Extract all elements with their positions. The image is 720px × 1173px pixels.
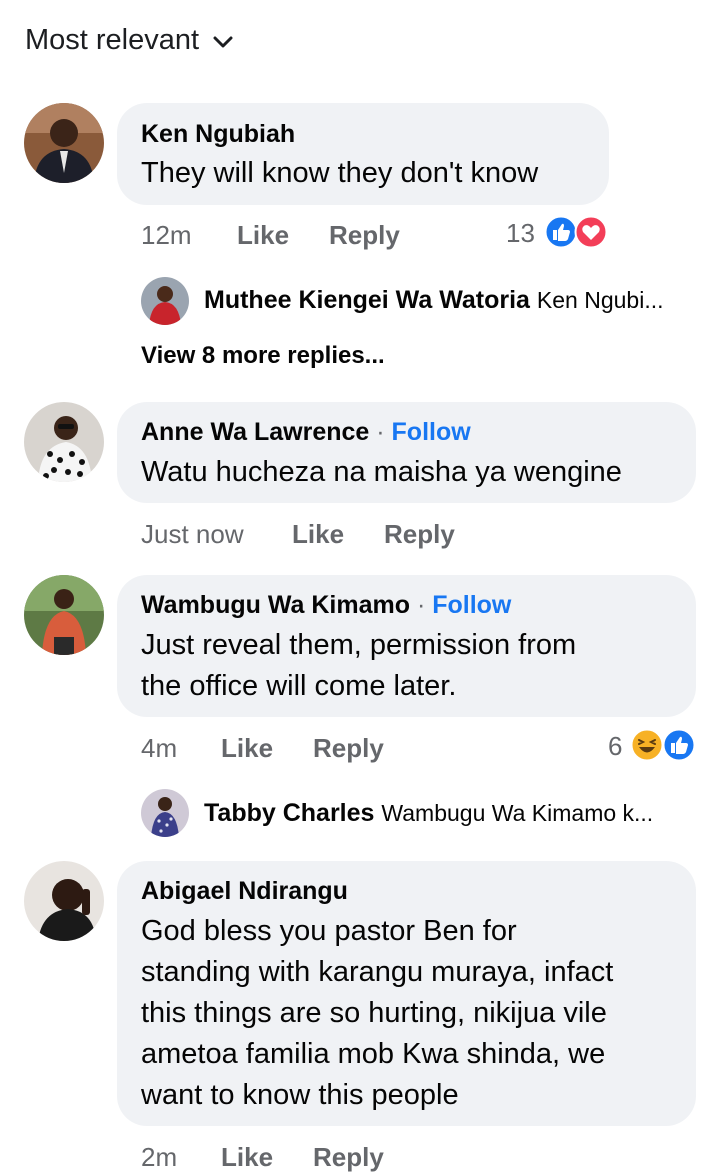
- comment-time[interactable]: 4m: [141, 733, 177, 764]
- comment-text-line: Just reveal them, permission from: [141, 629, 577, 661]
- reaction-icons[interactable]: [630, 728, 698, 762]
- comment-text: Watu hucheza na maisha ya wengine: [141, 456, 622, 488]
- comment-author[interactable]: Anne Wa Lawrence: [141, 418, 369, 446]
- avatar[interactable]: [24, 402, 104, 482]
- reply-snippet: Wambugu Wa Kimamo k...: [381, 800, 654, 826]
- like-button[interactable]: Like: [221, 733, 273, 764]
- avatar[interactable]: [24, 575, 104, 655]
- view-more-replies[interactable]: View 8 more replies...: [141, 342, 385, 370]
- sort-dropdown[interactable]: Most relevant: [25, 24, 233, 57]
- haha-icon: [630, 728, 664, 767]
- follow-separator: ·: [416, 591, 426, 619]
- comment-text-line: this things are so hurting, nikijua vile: [141, 997, 607, 1029]
- comment-author-line: Anne Wa Lawrence · Follow: [141, 418, 471, 447]
- sort-label: Most relevant: [25, 24, 200, 56]
- avatar[interactable]: [24, 103, 104, 183]
- reply-button[interactable]: Reply: [313, 733, 384, 764]
- reply-button[interactable]: Reply: [384, 519, 455, 550]
- comment-time[interactable]: 12m: [141, 220, 192, 251]
- comment-text-line: standing with karangu muraya, infact: [141, 956, 614, 988]
- follow-separator: ·: [376, 418, 385, 446]
- reply-avatar[interactable]: [141, 277, 189, 325]
- reply-button[interactable]: Reply: [313, 1142, 384, 1173]
- follow-button[interactable]: Follow: [392, 418, 471, 446]
- comment-author-line: Wambugu Wa Kimamo · Follow: [141, 591, 511, 620]
- reaction-count[interactable]: 13: [506, 218, 535, 249]
- like-icon: [662, 728, 696, 767]
- comment-author[interactable]: Ken Ngubiah: [141, 120, 295, 149]
- reply-author: Tabby Charles: [204, 799, 375, 827]
- avatar[interactable]: [24, 861, 104, 941]
- comment-text: They will know they don't know: [141, 157, 539, 189]
- reaction-icons[interactable]: [544, 215, 610, 249]
- comment-time[interactable]: Just now: [141, 519, 244, 550]
- reply-snippet: Ken Ngubi...: [536, 287, 664, 313]
- love-icon: [574, 215, 608, 254]
- reaction-count[interactable]: 6: [608, 731, 622, 762]
- comment-text-line: God bless you pastor Ben for: [141, 915, 517, 947]
- reply-preview[interactable]: Tabby Charles Wambugu Wa Kimamo k...: [204, 799, 653, 828]
- like-button[interactable]: Like: [237, 220, 289, 251]
- reply-button[interactable]: Reply: [329, 220, 400, 251]
- reply-author: Muthee Kiengei Wa Watoria: [204, 286, 530, 314]
- chevron-down-icon: [213, 24, 233, 57]
- reply-preview[interactable]: Muthee Kiengei Wa Watoria Ken Ngubi...: [204, 286, 664, 315]
- comment-author[interactable]: Wambugu Wa Kimamo: [141, 591, 410, 619]
- comment-text-line: the office will come later.: [141, 670, 457, 702]
- like-icon: [544, 215, 578, 254]
- comment-time[interactable]: 2m: [141, 1142, 177, 1173]
- comment-author[interactable]: Abigael Ndirangu: [141, 877, 348, 906]
- comment-text-line: want to know this people: [141, 1079, 459, 1111]
- comment-text-line: ametoa familia mob Kwa shinda, we: [141, 1038, 606, 1070]
- reply-avatar[interactable]: [141, 789, 189, 837]
- like-button[interactable]: Like: [292, 519, 344, 550]
- like-button[interactable]: Like: [221, 1142, 273, 1173]
- follow-button[interactable]: Follow: [432, 591, 511, 619]
